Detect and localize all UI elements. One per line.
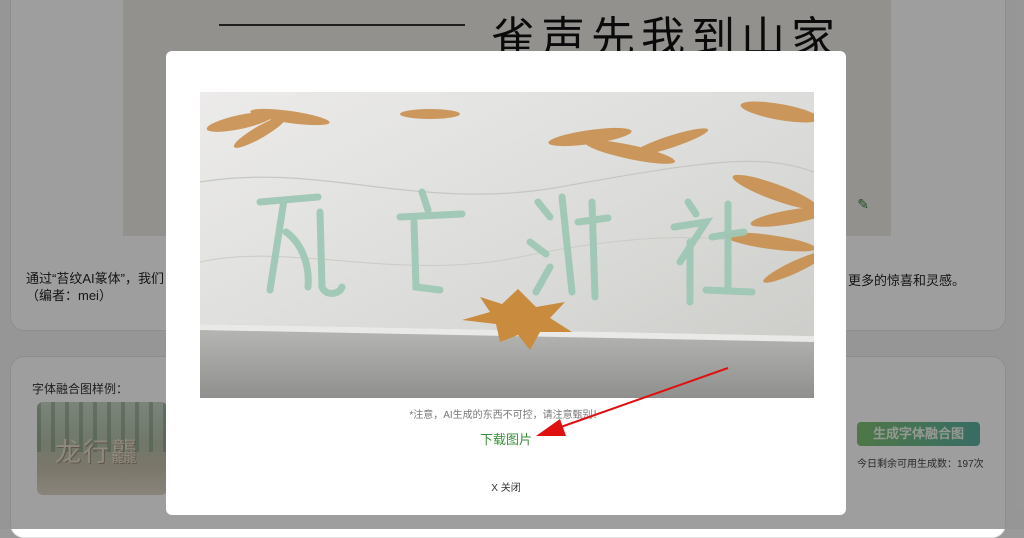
generated-image-art	[200, 92, 814, 398]
generated-image	[200, 92, 814, 398]
ai-notice: *注意，AI生成的东西不可控，请注意甄别！	[409, 410, 603, 421]
result-modal: *注意，AI生成的东西不可控，请注意甄别！ 下载图片 X 关闭	[166, 51, 846, 515]
close-modal-button[interactable]: X 关闭	[466, 479, 546, 494]
download-image-link[interactable]: 下载图片	[466, 429, 546, 448]
